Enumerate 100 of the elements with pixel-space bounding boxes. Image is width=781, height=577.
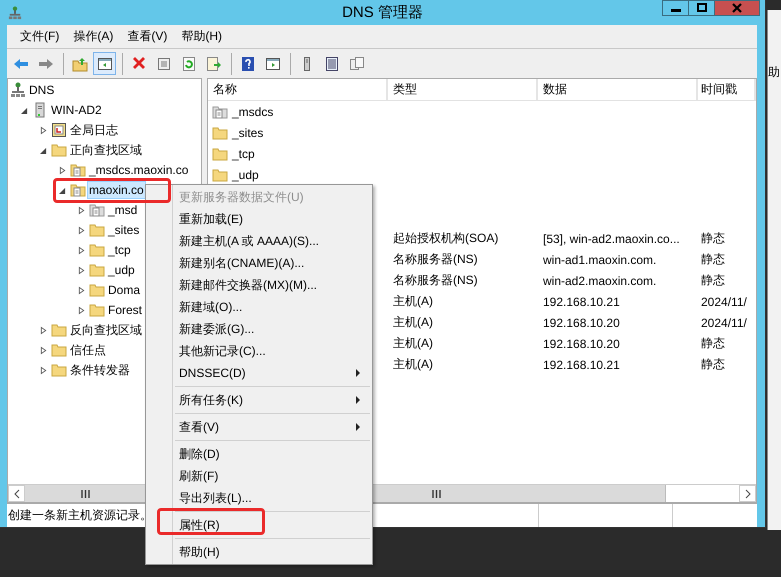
menu-item[interactable]: 帮助(H) — [174, 28, 229, 45]
expand-arrow-icon[interactable] — [59, 166, 66, 174]
export-icon — [206, 56, 222, 72]
tree-item[interactable]: WIN-AD2 — [49, 101, 104, 119]
delete-icon — [130, 56, 146, 72]
left-chevron-icon — [14, 488, 20, 498]
tree-item[interactable]: Forest — [106, 301, 144, 319]
table-cell-text: 192.168.10.20 — [542, 336, 621, 350]
maximize-icon — [696, 3, 706, 13]
zone-file-icon — [212, 104, 228, 120]
menu-item[interactable]: 刷新(F) — [148, 465, 370, 487]
expand-arrow-icon[interactable] — [78, 206, 85, 214]
window-title: DNS 管理器 — [342, 3, 423, 22]
table-cell-text: 静态 — [700, 335, 726, 352]
table-cell-text: win-ad2.maoxin.com. — [542, 274, 658, 288]
table-cell-text: 192.168.10.20 — [542, 316, 621, 330]
menu-item[interactable]: 新建邮件交换器(MX)(M)... — [148, 274, 370, 296]
folder-icon — [51, 142, 67, 158]
table-cell-text: 192.168.10.21 — [542, 358, 621, 372]
folder-icon — [89, 302, 105, 318]
collapse-arrow-icon[interactable] — [21, 106, 28, 114]
expand-arrow-icon[interactable] — [78, 286, 85, 294]
table-cell-text: 192.168.10.21 — [542, 294, 621, 308]
menu-item[interactable]: 查看(V) — [120, 28, 174, 45]
minimize-button[interactable] — [662, 0, 689, 16]
column-header[interactable]: 类型 — [388, 79, 538, 100]
table-cell: _udp — [232, 168, 259, 182]
zone-file-icon — [70, 162, 86, 178]
table-cell-text: 2024/11/ — [700, 316, 748, 330]
tree-item[interactable]: 条件转发器 — [68, 360, 132, 380]
right-chevron-icon — [744, 488, 750, 498]
folder-icon — [89, 222, 105, 238]
expand-arrow-icon[interactable] — [40, 346, 47, 354]
expand-arrow-icon[interactable] — [78, 226, 85, 234]
expand-arrow-icon[interactable] — [40, 366, 47, 374]
tree-item[interactable]: _tcp — [106, 241, 133, 259]
folder-icon — [89, 262, 105, 278]
list-icon — [324, 56, 340, 72]
expand-arrow-icon[interactable] — [40, 326, 47, 334]
expand-arrow-icon[interactable] — [78, 306, 85, 314]
table-cell: _tcp — [232, 146, 255, 160]
folder-icon — [51, 362, 67, 378]
folder-icon — [212, 146, 228, 162]
folder-icon — [89, 282, 105, 298]
menu-text: 助 — [768, 64, 780, 81]
tree-item[interactable]: 全局日志 — [68, 120, 120, 140]
table-cell-text: 静态 — [700, 356, 726, 373]
tree-item[interactable]: Doma — [106, 281, 142, 299]
table-cell-text: 静态 — [700, 230, 726, 247]
table-cell-text: 主机(A) — [392, 314, 434, 331]
tree-item[interactable]: _msdcs.maoxin.co — [87, 161, 190, 179]
menu-item[interactable]: 重新加载(E) — [148, 208, 370, 230]
scroll-left-button[interactable] — [8, 485, 25, 502]
scroll-right-button[interactable] — [739, 485, 756, 502]
toolbar-button[interactable] — [93, 52, 116, 75]
table-cell-text: 主机(A) — [392, 356, 434, 373]
tree-item[interactable]: 正向查找区域 — [68, 140, 144, 160]
table-cell-text: 主机(A) — [392, 293, 434, 310]
menu-item[interactable]: 查看(V) — [148, 416, 370, 438]
menu-item[interactable]: 其他新记录(C)... — [148, 340, 370, 362]
tree-item[interactable]: _udp — [106, 261, 137, 279]
tree-item[interactable]: 反向查找区域 — [68, 320, 144, 340]
close-button[interactable] — [714, 0, 760, 16]
tree-item[interactable]: _sites — [106, 221, 142, 239]
tree-item[interactable]: DNS — [27, 81, 56, 99]
menu-item[interactable]: 新建主机(A 或 AAAA)(S)... — [148, 230, 370, 252]
column-header[interactable]: 数据 — [538, 79, 698, 100]
folder-icon — [89, 242, 105, 258]
menu-item[interactable]: 新建委派(G)... — [148, 318, 370, 340]
menu-item[interactable]: 所有任务(K) — [148, 389, 370, 411]
tree-item[interactable]: maoxin.co — [87, 181, 146, 199]
folder-icon — [51, 322, 67, 338]
menu-item[interactable]: 删除(D) — [148, 443, 370, 465]
table-cell-text: win-ad1.maoxin.com. — [542, 252, 658, 266]
collapse-arrow-icon[interactable] — [40, 146, 47, 154]
table-cell-text: 名称服务器(NS) — [392, 272, 479, 289]
table-cell-text: 起始授权机构(SOA) — [392, 230, 500, 247]
column-header[interactable]: 名称 — [208, 79, 388, 100]
table-cell-text: 名称服务器(NS) — [392, 251, 479, 268]
grip-icon — [432, 490, 441, 498]
table-cell-text: 2024/11/ — [700, 294, 748, 308]
table-cell-text: 主机(A) — [392, 335, 434, 352]
collapse-arrow-icon[interactable] — [59, 186, 66, 194]
expand-arrow-icon[interactable] — [40, 126, 47, 134]
column-header[interactable]: 时间戳 — [698, 79, 756, 100]
tree-item[interactable]: _msd — [106, 201, 140, 219]
expand-arrow-icon[interactable] — [78, 246, 85, 254]
menu-item[interactable]: 文件(F) — [13, 28, 66, 45]
maximize-button[interactable] — [688, 0, 715, 16]
expand-arrow-icon[interactable] — [78, 266, 85, 274]
submenu-arrow-icon — [356, 369, 360, 377]
refresh-icon — [180, 56, 196, 72]
scrollbar-thumb[interactable] — [25, 485, 146, 502]
tree-item[interactable]: 信任点 — [68, 340, 108, 360]
menu-item[interactable]: 新建域(O)... — [148, 296, 370, 318]
menu-item[interactable]: 帮助(H) — [148, 541, 370, 563]
menu-item[interactable]: 新建别名(CNAME)(A)... — [148, 252, 370, 274]
grip-icon — [80, 490, 90, 498]
menu-item[interactable]: 操作(A) — [66, 28, 120, 45]
menu-item[interactable]: DNSSEC(D) — [148, 362, 370, 384]
